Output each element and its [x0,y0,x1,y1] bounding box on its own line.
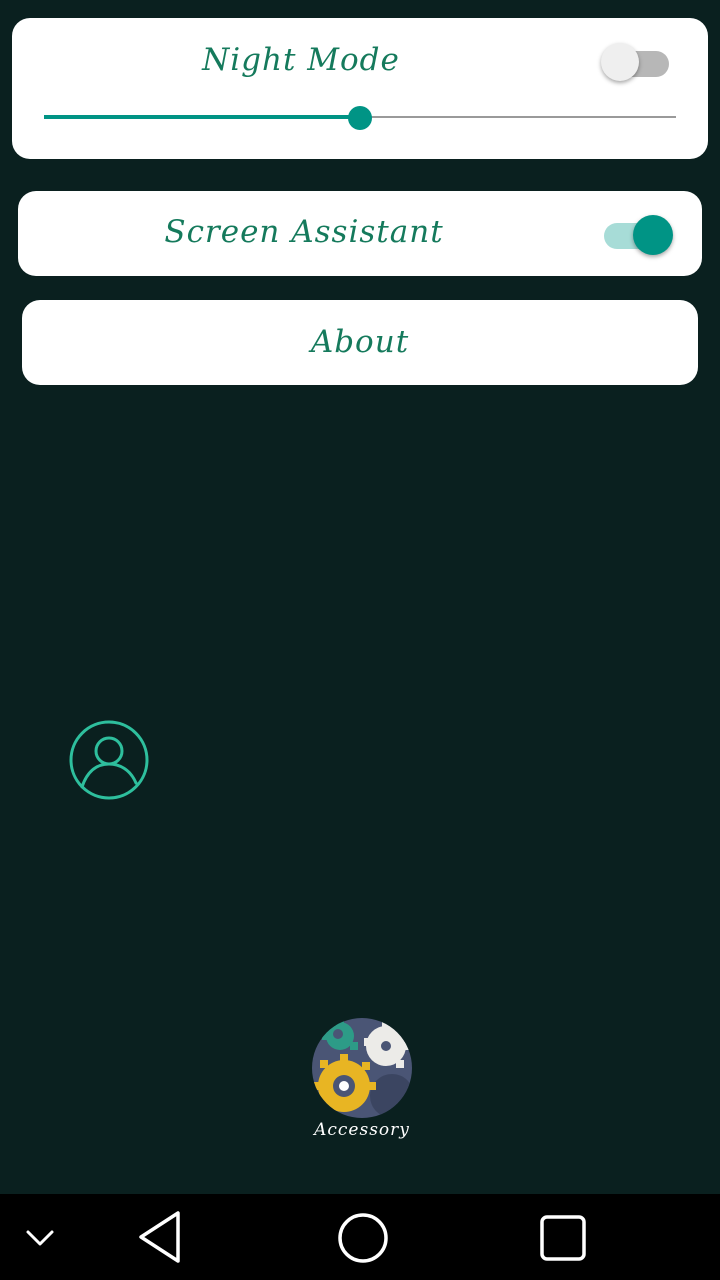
navigation-bar [0,1194,720,1280]
about-button[interactable]: About [22,300,698,385]
slider-fill [44,115,360,119]
screen-assistant-card: Screen Assistant [18,191,702,276]
recents-icon[interactable] [538,1213,588,1263]
slider-thumb[interactable] [348,106,372,130]
screen-assistant-label: Screen Assistant [164,214,444,250]
about-label: About [310,324,410,360]
night-mode-toggle-knob [601,43,639,81]
gears-icon [312,1018,412,1118]
chevron-down-icon[interactable] [22,1224,58,1250]
back-icon[interactable] [134,1208,186,1266]
home-icon[interactable] [336,1211,390,1265]
user-circle-icon[interactable] [68,719,150,801]
night-mode-card: Night Mode [12,18,708,159]
screen-assistant-toggle[interactable] [600,211,678,257]
accessory-label: Accessory [314,1120,410,1140]
night-mode-brightness-slider[interactable] [44,106,676,130]
night-mode-toggle[interactable] [601,42,673,84]
night-mode-label: Night Mode [202,42,400,78]
screen-assistant-toggle-knob [633,215,673,255]
